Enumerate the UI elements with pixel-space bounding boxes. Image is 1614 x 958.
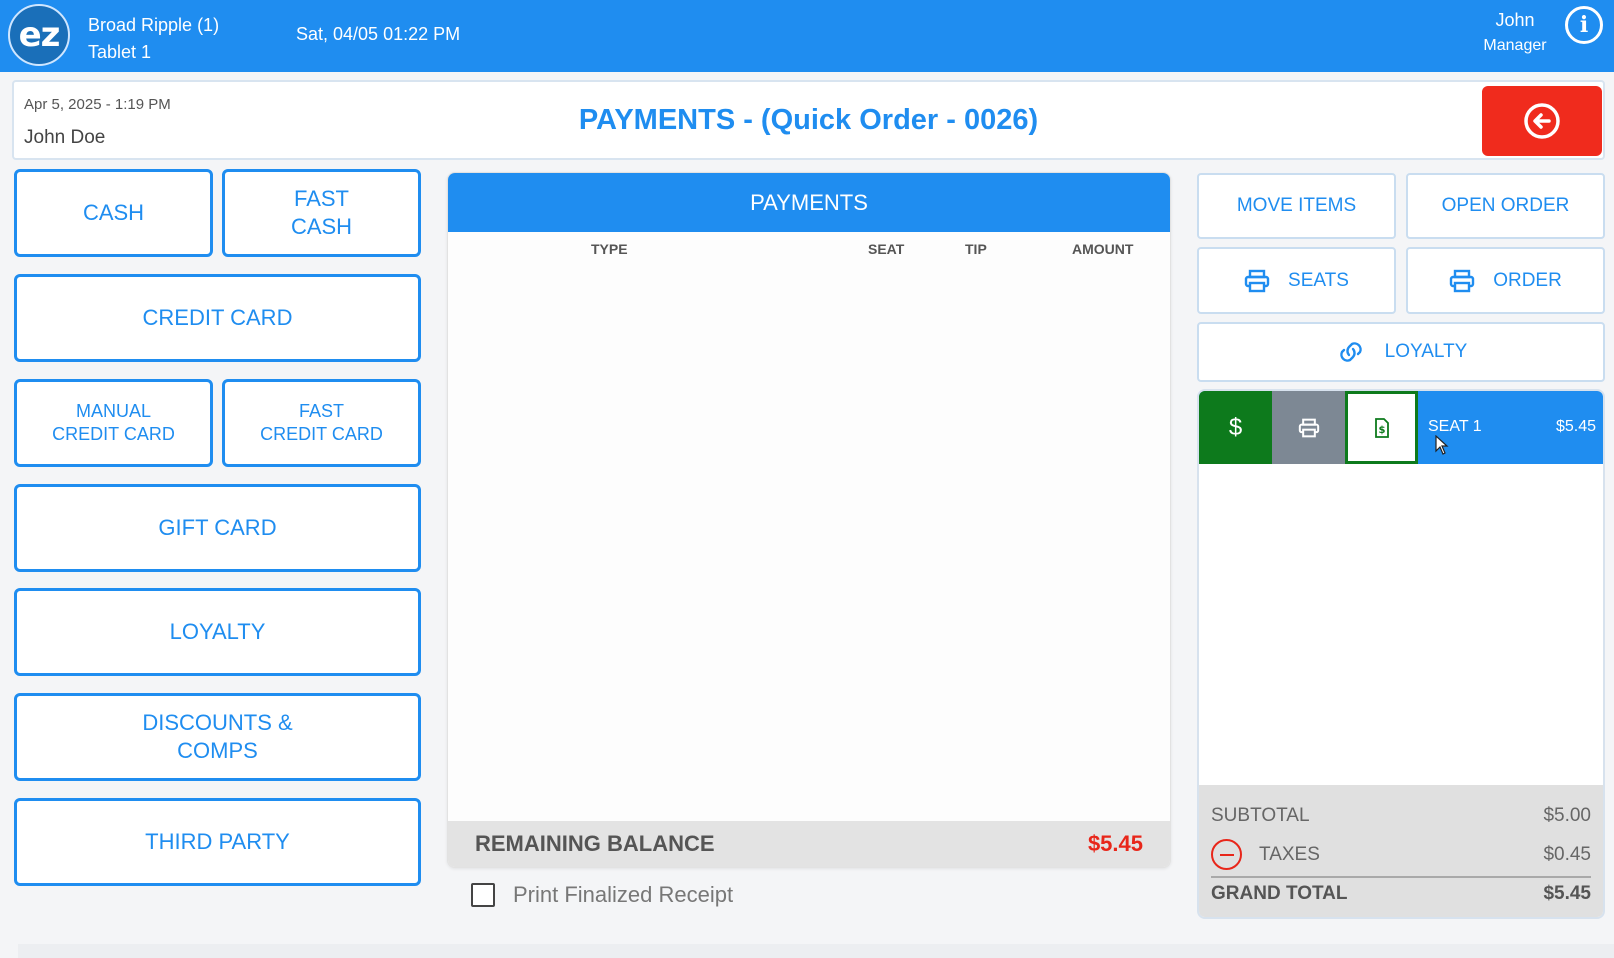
print-receipt-label: Print Finalized Receipt bbox=[513, 882, 734, 907]
pay-seat-button[interactable]: $ bbox=[1199, 391, 1272, 464]
top-bar: ez Broad Ripple (1) Tablet 1 Sat, 04/05 … bbox=[0, 0, 1614, 72]
manual-credit-card-button[interactable]: MANUAL CREDIT CARD bbox=[14, 379, 213, 467]
printer-icon bbox=[1298, 418, 1319, 437]
loyalty-payment-button[interactable]: LOYALTY bbox=[14, 588, 421, 676]
subtotal-row: SUBTOTAL $5.00 bbox=[1211, 805, 1591, 827]
device-name: Tablet 1 bbox=[88, 42, 152, 62]
svg-text:$: $ bbox=[1378, 425, 1385, 436]
print-order-button[interactable]: ORDER bbox=[1406, 247, 1605, 314]
seat-name: SEAT 1 bbox=[1428, 418, 1482, 435]
taxes-row: TAXES $0.45 bbox=[1211, 839, 1591, 870]
column-seat: SEAT bbox=[868, 241, 905, 257]
payments-panel: PAYMENTS TYPE SEAT TIP AMOUNT REMAINING … bbox=[447, 172, 1171, 868]
printer-icon bbox=[1449, 269, 1475, 292]
taxes-value: $0.45 bbox=[1543, 844, 1591, 865]
totals-divider bbox=[1211, 876, 1591, 878]
dollar-icon: $ bbox=[1228, 413, 1243, 441]
order-totals: SUBTOTAL $5.00 TAXES $0.45 GRAND TOTAL $… bbox=[1199, 785, 1603, 917]
current-datetime: Sat, 04/05 01:22 PM bbox=[296, 24, 461, 44]
ez-logo: ez bbox=[8, 4, 70, 66]
user-info[interactable]: John Manager bbox=[1460, 8, 1570, 58]
page-title: PAYMENTS - (Quick Order - 0026) bbox=[578, 104, 1039, 136]
fast-cash-button[interactable]: FAST CASH bbox=[222, 169, 421, 257]
remaining-balance-value: $5.45 bbox=[1087, 831, 1143, 856]
third-party-button[interactable]: THIRD PARTY bbox=[14, 798, 421, 886]
printer-icon bbox=[1244, 269, 1270, 292]
remaining-balance-bar: REMAINING BALANCE $5.45 bbox=[448, 821, 1170, 867]
grand-total-value: $5.45 bbox=[1543, 883, 1591, 904]
info-icon[interactable]: i bbox=[1565, 6, 1603, 44]
credit-card-button[interactable]: CREDIT CARD bbox=[14, 274, 421, 362]
column-type: TYPE bbox=[591, 241, 628, 257]
column-tip: TIP bbox=[965, 241, 987, 257]
back-button[interactable] bbox=[1482, 86, 1602, 156]
order-header: Apr 5, 2025 - 1:19 PM John Doe PAYMENTS … bbox=[12, 80, 1605, 160]
user-role: Manager bbox=[1483, 37, 1547, 54]
remove-tax-icon[interactable] bbox=[1211, 839, 1242, 870]
remaining-balance-label: REMAINING BALANCE bbox=[475, 831, 715, 856]
arrow-left-circle-icon bbox=[1524, 103, 1560, 139]
invoice-icon: $ bbox=[1374, 417, 1389, 438]
subtotal-value: $5.00 bbox=[1543, 805, 1591, 826]
subtotal-label: SUBTOTAL bbox=[1211, 805, 1310, 826]
print-seat-button[interactable] bbox=[1272, 391, 1345, 464]
open-order-button[interactable]: OPEN ORDER bbox=[1406, 173, 1605, 239]
gift-card-button[interactable]: GIFT CARD bbox=[14, 484, 421, 572]
cash-button[interactable]: CASH bbox=[14, 169, 213, 257]
column-amount: AMOUNT bbox=[1072, 241, 1134, 257]
seat-amount: $5.45 bbox=[1555, 418, 1596, 435]
move-items-button[interactable]: MOVE ITEMS bbox=[1197, 173, 1396, 239]
print-seats-button[interactable]: SEATS bbox=[1197, 247, 1396, 314]
location-info: Broad Ripple (1) Tablet 1 bbox=[88, 12, 219, 66]
grand-total-label: GRAND TOTAL bbox=[1211, 883, 1348, 904]
seat-row[interactable]: $ $ SEAT 1 $5.45 bbox=[1199, 391, 1603, 464]
seat-panel: $ $ SEAT 1 $5.45 SUBTOTAL $5.00 TAXES $0… bbox=[1197, 389, 1605, 919]
print-receipt-checkbox[interactable] bbox=[471, 883, 495, 907]
print-receipt-option[interactable]: Print Finalized Receipt bbox=[471, 882, 733, 908]
seat-receipt-button[interactable]: $ bbox=[1345, 391, 1418, 464]
location-name: Broad Ripple (1) bbox=[88, 15, 220, 35]
taxes-label: TAXES bbox=[1259, 844, 1320, 865]
user-name: John bbox=[1495, 10, 1535, 30]
payments-header: PAYMENTS bbox=[448, 173, 1170, 232]
mouse-cursor-icon bbox=[1435, 435, 1449, 455]
link-loyalty-button[interactable]: LOYALTY bbox=[1197, 322, 1605, 382]
fast-credit-card-button[interactable]: FAST CREDIT CARD bbox=[222, 379, 421, 467]
grand-total-row: GRAND TOTAL $5.45 bbox=[1211, 883, 1591, 905]
discounts-comps-button[interactable]: DISCOUNTS & COMPS bbox=[14, 693, 421, 781]
link-icon bbox=[1339, 342, 1362, 362]
bottom-strip bbox=[18, 944, 1614, 958]
